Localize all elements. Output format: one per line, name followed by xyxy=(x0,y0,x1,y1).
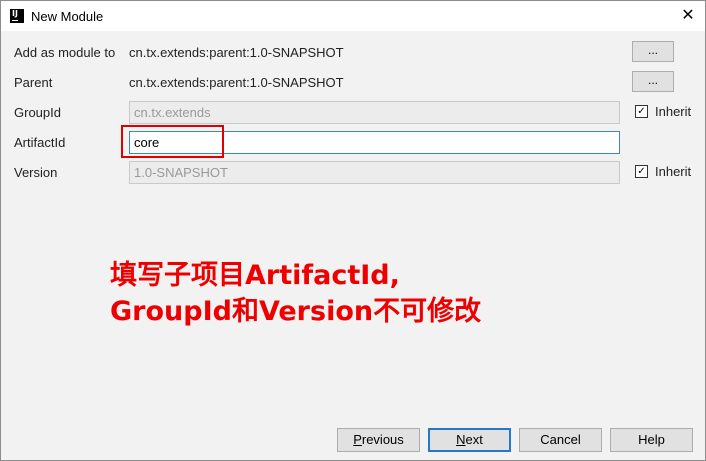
parent-label: Parent xyxy=(14,75,53,90)
add-as-module-browse-button[interactable]: ... xyxy=(632,41,674,62)
version-inherit-checkbox[interactable]: ✓ xyxy=(635,165,648,178)
highlight-box xyxy=(121,125,224,158)
group-id-inherit-checkbox[interactable]: ✓ xyxy=(635,105,648,118)
version-inherit-label: Inherit xyxy=(655,164,692,179)
group-id-field[interactable] xyxy=(129,101,620,124)
help-button[interactable]: Help xyxy=(610,428,693,452)
window-title: New Module xyxy=(31,9,104,24)
title-bar: IJ New Module ✕ xyxy=(1,1,705,31)
close-icon[interactable]: ✕ xyxy=(679,6,697,24)
version-label: Version xyxy=(14,165,58,180)
add-as-module-label: Add as module to xyxy=(14,45,116,60)
group-id-inherit-label: Inherit xyxy=(655,104,692,119)
check-icon: ✓ xyxy=(637,106,646,117)
check-icon: ✓ xyxy=(637,166,646,177)
cancel-button[interactable]: Cancel xyxy=(519,428,602,452)
group-id-label: GroupId xyxy=(14,105,61,120)
add-as-module-value: cn.tx.extends:parent:1.0-SNAPSHOT xyxy=(129,45,344,60)
artifact-id-label: ArtifactId xyxy=(14,135,66,150)
annotation-line-1: 填写子项目ArtifactId, xyxy=(110,260,400,291)
next-button[interactable]: Next xyxy=(428,428,511,452)
annotation-text: 填写子项目ArtifactId, GroupId和Version不可修改 xyxy=(110,258,570,330)
parent-browse-button[interactable]: ... xyxy=(632,71,674,92)
previous-button[interactable]: Previous xyxy=(337,428,420,452)
intellij-logo-icon: IJ xyxy=(10,9,24,23)
version-field[interactable] xyxy=(129,161,620,184)
parent-value: cn.tx.extends:parent:1.0-SNAPSHOT xyxy=(129,75,344,90)
annotation-line-2: GroupId和Version不可修改 xyxy=(110,296,482,327)
new-module-dialog: IJ New Module ✕ Add as module to cn.tx.e… xyxy=(0,0,706,461)
